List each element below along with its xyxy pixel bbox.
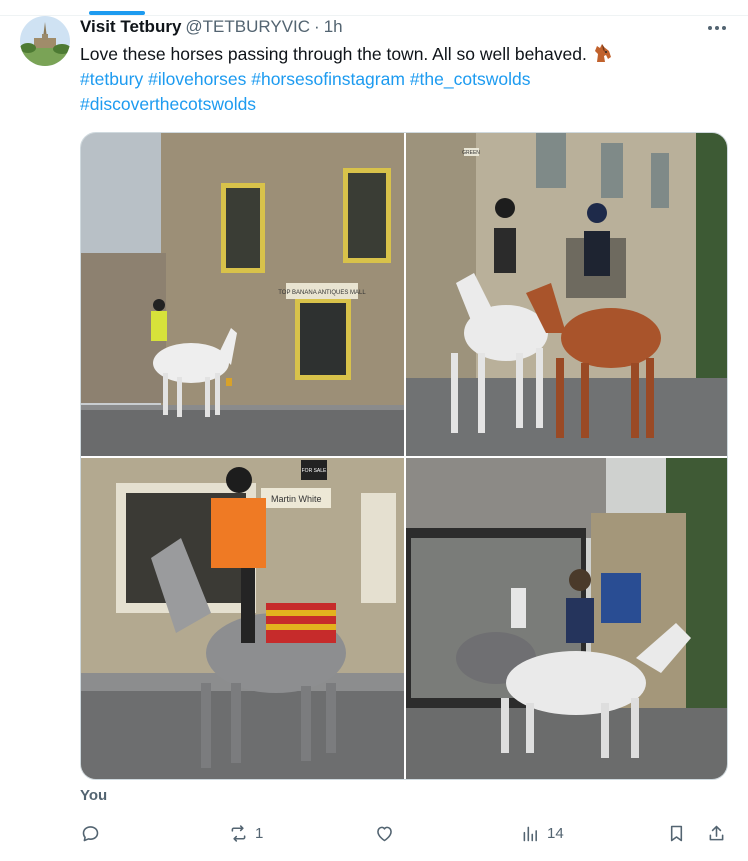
tweet-body: Love these horses passing through the to…: [80, 44, 587, 64]
photo-1[interactable]: TOP BANANA ANTIQUES MALL: [81, 133, 404, 456]
photo-2-image: GREEN: [406, 133, 727, 456]
avatar[interactable]: [20, 16, 70, 66]
repost-button[interactable]: 1: [228, 820, 263, 846]
repost-icon: [231, 824, 246, 842]
photo-4-image: [406, 458, 727, 779]
heart-icon: [377, 826, 392, 841]
hashtag-link[interactable]: #the_cotswolds: [410, 69, 531, 89]
hashtag-link[interactable]: #tetbury: [80, 69, 143, 89]
views-count: 14: [547, 824, 564, 842]
shop-sign: TOP BANANA ANTIQUES MALL: [278, 290, 366, 296]
reply-icon: [82, 825, 99, 841]
you-label: You: [80, 787, 108, 804]
like-button[interactable]: [374, 820, 401, 846]
photo-2[interactable]: GREEN: [406, 133, 727, 456]
media-grid: TOP BANANA ANTIQUES MALL GREEN Martin Wh…: [80, 132, 728, 780]
repost-count: 1: [255, 824, 264, 842]
views-chart-icon: [523, 826, 537, 841]
share-icon: [709, 825, 724, 840]
hashtag-link[interactable]: #discoverthecotswolds: [80, 94, 256, 114]
tweet-actions: 1 14: [80, 820, 732, 846]
user-handle[interactable]: @TETBURYVIC: [185, 17, 310, 37]
street-sign: GREEN: [462, 150, 480, 156]
display-name[interactable]: Visit Tetbury: [80, 17, 181, 37]
photo-3-image: Martin White FOR SALE: [81, 458, 404, 779]
views-button[interactable]: 14: [520, 820, 564, 846]
bookmark-icon: [670, 825, 683, 841]
avatar-image: [20, 16, 70, 66]
more-dot-icon: [708, 26, 712, 30]
timestamp[interactable]: 1h: [324, 17, 343, 37]
tweet-header: Visit Tetbury @TETBURYVIC · 1h: [80, 17, 343, 39]
photo-4[interactable]: [406, 458, 727, 779]
hashtag-link[interactable]: #ilovehorses: [148, 69, 246, 89]
separator-dot: ·: [314, 17, 320, 36]
for-sale-board: FOR SALE: [302, 468, 327, 474]
share-button[interactable]: [706, 820, 727, 846]
reply-button[interactable]: [80, 820, 107, 846]
hashtag-link[interactable]: #horsesofinstagram: [251, 69, 405, 89]
tweet-text: Love these horses passing through the to…: [80, 42, 720, 117]
bookmark-button[interactable]: [666, 820, 687, 846]
top-accent-bar: [89, 11, 145, 15]
top-divider: [0, 15, 748, 16]
more-dot-icon: [715, 26, 719, 30]
photo-1-image: TOP BANANA ANTIQUES MALL: [81, 133, 404, 456]
more-dot-icon: [722, 26, 726, 30]
shop-sign: Martin White: [271, 494, 322, 504]
photo-3[interactable]: Martin White FOR SALE: [81, 458, 404, 779]
more-options-button[interactable]: [702, 16, 732, 40]
horse-face-icon: [591, 42, 613, 64]
